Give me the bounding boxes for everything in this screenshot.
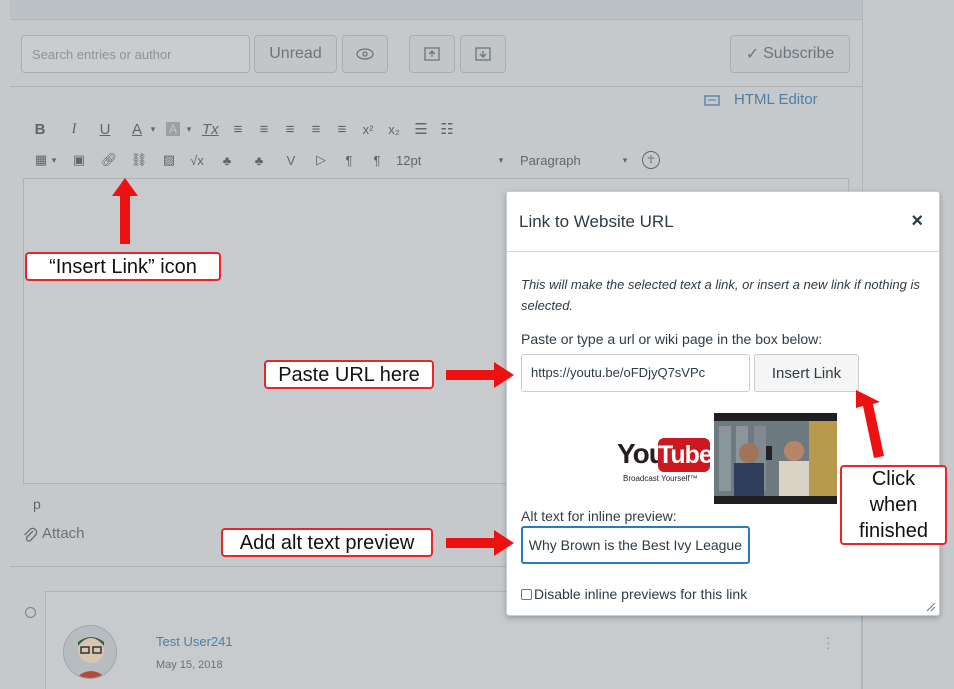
dropdown-caret-icon[interactable]: ▾ xyxy=(184,124,194,135)
dropdown-caret-icon[interactable]: ▾ xyxy=(620,155,630,166)
close-icon[interactable]: × xyxy=(911,210,923,233)
underline-button[interactable]: U xyxy=(98,121,112,138)
unread-indicator[interactable] xyxy=(25,607,36,618)
dialog-description: This will make the selected text a link,… xyxy=(521,277,920,313)
indent-icon[interactable]: ≡ xyxy=(334,121,350,138)
bold-button[interactable]: B xyxy=(32,121,48,138)
dropdown-caret-icon[interactable]: ▾ xyxy=(148,124,158,135)
eye-icon xyxy=(356,48,374,60)
subscript-icon[interactable]: x₂ xyxy=(386,122,402,137)
unread-label: Unread xyxy=(269,45,322,62)
html-editor-link[interactable]: HTML Editor xyxy=(704,91,818,108)
upload-icon xyxy=(424,47,440,61)
dialog-title: Link to Website URL xyxy=(519,212,674,231)
disable-preview-option[interactable]: Disable inline previews for this link xyxy=(521,586,747,602)
unread-button[interactable]: Unread xyxy=(254,35,337,73)
ltr-icon[interactable]: ¶ xyxy=(340,153,358,168)
align-right-icon[interactable]: ≡ xyxy=(282,121,298,138)
background-color-button[interactable]: A xyxy=(166,122,180,136)
click-finished-callout: Click when finished xyxy=(840,465,947,545)
keyboard-icon xyxy=(704,94,720,106)
dropdown-caret-icon[interactable]: ▾ xyxy=(496,155,506,166)
post-date: May 15, 2018 xyxy=(156,659,223,671)
element-path: p xyxy=(33,496,41,512)
table-icon[interactable]: ▦ xyxy=(32,152,50,168)
insert-toolbar: ▦ ▾ ▣ 🔗︎ ⛓ ▨ √x ♣ ♣ V ▷ ¶ ¶ 12pt ▾ Parag… xyxy=(32,151,660,169)
dropdown-caret-icon[interactable]: ▾ xyxy=(50,155,58,166)
paperclip-icon xyxy=(24,527,38,542)
font-size-select[interactable]: 12pt xyxy=(396,153,496,168)
clear-format-button[interactable]: Tx xyxy=(202,121,219,138)
media-icon[interactable]: ▣ xyxy=(70,152,88,168)
avatar[interactable] xyxy=(63,625,117,679)
youtube-tagline: Broadcast Yourself™ xyxy=(623,474,698,483)
align-center-icon[interactable]: ≡ xyxy=(256,121,272,138)
equation-icon[interactable]: √x xyxy=(188,153,206,168)
bullet-list-icon[interactable]: ☰ xyxy=(412,120,430,138)
author-name[interactable]: Test User241 xyxy=(156,634,233,649)
more-options-icon[interactable]: · · · xyxy=(826,630,831,654)
video-thumbnail xyxy=(714,413,837,504)
collapse-all-button[interactable] xyxy=(409,35,455,73)
text-color-button[interactable]: A xyxy=(130,121,144,138)
view-toggle-button[interactable] xyxy=(342,35,388,73)
youtube-tube-text: Tube xyxy=(658,438,713,472)
expand-all-button[interactable] xyxy=(460,35,506,73)
format-toolbar: B I U A ▾ A ▾ Tx ≡ ≡ ≡ ≡ ≡ x² x₂ ☰ ☷ xyxy=(32,120,456,139)
accessibility-icon[interactable]: ☥ xyxy=(642,151,660,169)
italic-button[interactable]: I xyxy=(66,121,82,138)
outdent-icon[interactable]: ≡ xyxy=(308,121,324,138)
subscribe-button[interactable]: ✓ Subscribe xyxy=(730,35,850,73)
paste-url-callout: Paste URL here xyxy=(264,360,434,389)
disable-preview-label: Disable inline previews for this link xyxy=(534,586,748,602)
onedrive-icon[interactable]: ♣ xyxy=(250,153,268,168)
alt-text-value: Why Brown is the Best Ivy League xyxy=(528,537,742,553)
superscript-icon[interactable]: x² xyxy=(360,122,376,137)
html-editor-label: HTML Editor xyxy=(734,91,818,108)
vimeo-icon[interactable]: V xyxy=(282,153,300,168)
numbered-list-icon[interactable]: ☷ xyxy=(438,120,456,138)
alt-text-label: Alt text for inline preview: xyxy=(521,508,677,524)
record-media-icon[interactable]: ▷ xyxy=(312,152,330,168)
rtl-icon[interactable]: ¶ xyxy=(368,153,386,168)
attach-label: Attach xyxy=(42,525,85,542)
attach-button[interactable]: Attach xyxy=(22,525,85,542)
top-bar xyxy=(10,0,862,20)
alt-text-input[interactable]: Why Brown is the Best Ivy League xyxy=(521,526,750,564)
check-icon: ✓ xyxy=(745,46,760,63)
url-instruction: Paste or type a url or wiki page in the … xyxy=(521,331,823,347)
image-icon[interactable]: ▨ xyxy=(160,152,178,168)
align-left-icon[interactable]: ≡ xyxy=(230,121,246,138)
alt-text-arrow xyxy=(446,530,514,556)
insert-button-arrow xyxy=(856,390,884,458)
download-icon xyxy=(475,47,491,61)
insert-link-callout: “Insert Link” icon xyxy=(25,252,221,281)
insert-link-button[interactable]: Insert Link xyxy=(754,354,859,392)
subscribe-label: Subscribe xyxy=(763,45,835,62)
url-input[interactable]: https://youtu.be/oFDjyQ7sVPc xyxy=(521,354,750,392)
avatar-illustration xyxy=(76,637,106,678)
unlink-icon[interactable]: ⛓ xyxy=(130,152,148,168)
youtube-logo: You Tube Broadcast Yourself™ xyxy=(617,438,713,488)
dialog-header: Link to Website URL × xyxy=(507,192,939,252)
google-drive-icon[interactable]: ♣ xyxy=(218,153,236,168)
paragraph-select[interactable]: Paragraph xyxy=(520,153,620,168)
paste-url-arrow xyxy=(446,362,514,388)
link-icon[interactable]: 🔗︎ xyxy=(100,152,118,168)
resize-handle-icon[interactable] xyxy=(926,602,936,612)
insert-link-arrow xyxy=(112,178,138,244)
disable-preview-checkbox[interactable] xyxy=(521,588,532,600)
search-input[interactable]: Search entries or author xyxy=(21,35,250,73)
thumbnail-scene xyxy=(714,421,837,496)
alt-text-callout: Add alt text preview xyxy=(221,528,433,557)
